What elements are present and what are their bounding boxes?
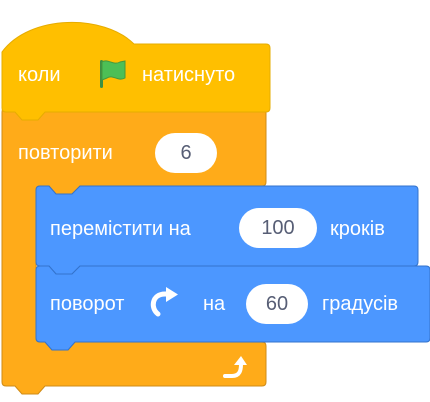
green-flag-icon[interactable] bbox=[94, 56, 130, 92]
rotate-right-icon bbox=[150, 287, 178, 317]
turn-label-on: на bbox=[203, 293, 226, 315]
repeat-count-input[interactable]: 6 bbox=[155, 133, 217, 173]
repeat-label: повторити bbox=[18, 142, 113, 164]
event-label-when: коли bbox=[18, 64, 61, 86]
turn-label: поворот bbox=[50, 293, 125, 315]
turn-degrees-input[interactable]: 60 bbox=[246, 284, 308, 324]
loop-arrow-icon bbox=[223, 356, 247, 378]
move-steps-input[interactable]: 100 bbox=[239, 208, 317, 248]
move-label: перемістити на bbox=[50, 218, 191, 240]
turn-label-degrees: градусів bbox=[322, 293, 399, 315]
event-label-clicked: натиснуто bbox=[142, 64, 236, 86]
move-label-steps: кроків bbox=[330, 218, 385, 240]
scratch-script: коли натиснуто повторити 6 перемістити н… bbox=[0, 0, 430, 402]
script-blocks-shapes bbox=[1, 21, 430, 395]
